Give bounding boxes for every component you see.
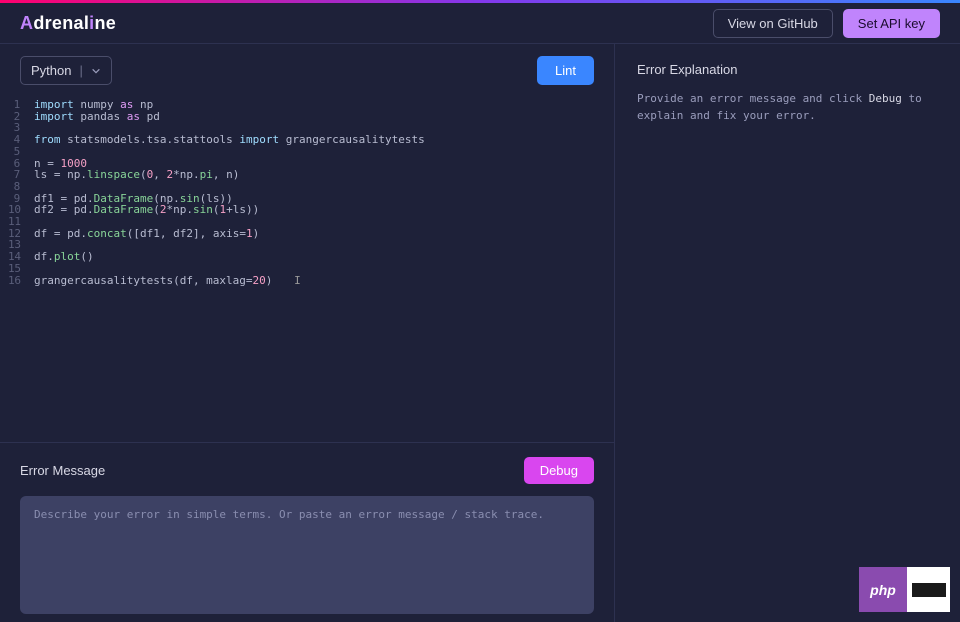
select-divider: | (79, 63, 82, 78)
code-header: Python | Lint (0, 44, 614, 95)
error-message-title: Error Message (20, 463, 105, 478)
code-line[interactable]: 2import pandas as pd (8, 111, 614, 123)
lint-button[interactable]: Lint (537, 56, 594, 85)
code-line[interactable]: 10df2 = pd.DataFrame(2*np.sin(1+ls)) (8, 204, 614, 216)
code-line[interactable]: 7ls = np.linspace(0, 2*np.pi, n) (8, 169, 614, 181)
line-number: 8 (8, 181, 34, 193)
explain-highlight: Debug (869, 92, 902, 105)
chevron-down-icon (91, 66, 101, 76)
error-message-section: Error Message Debug (0, 442, 614, 622)
language-select[interactable]: Python | (20, 56, 112, 85)
line-number: 4 (8, 134, 34, 146)
error-header: Error Message Debug (20, 457, 594, 484)
line-number: 15 (8, 263, 34, 275)
right-column: Error Explanation Provide an error messa… (615, 44, 960, 622)
brand-mid: drenal (33, 13, 89, 33)
brand-end: ne (94, 13, 116, 33)
code-line[interactable]: 16grangercausalitytests(df, maxlag=20) I (8, 275, 614, 287)
app-shell: Adrenaline View on GitHub Set API key Py… (0, 3, 960, 622)
code-line[interactable]: 5 (8, 146, 614, 158)
code-content: grangercausalitytests(df, maxlag=20) (34, 275, 272, 287)
view-github-button[interactable]: View on GitHub (713, 9, 833, 38)
code-line[interactable]: 13 (8, 239, 614, 251)
line-number: 5 (8, 146, 34, 158)
brand-logo: Adrenaline (20, 13, 116, 34)
topbar: Adrenaline View on GitHub Set API key (0, 3, 960, 44)
code-content: ls = np.linspace(0, 2*np.pi, n) (34, 169, 239, 181)
line-number: 11 (8, 216, 34, 228)
brand-letter-a: A (20, 13, 33, 33)
code-line[interactable]: 12df = pd.concat([df1, df2], axis=1) (8, 228, 614, 240)
php-badge: php (859, 567, 950, 612)
debug-button[interactable]: Debug (524, 457, 594, 484)
php-badge-bar (912, 583, 946, 597)
main-columns: Python | Lint 1import numpy as np2import… (0, 44, 960, 622)
error-explanation-body: Provide an error message and click Debug… (637, 91, 938, 124)
line-number: 16 (8, 275, 34, 287)
line-number: 1 (8, 99, 34, 111)
set-api-key-button[interactable]: Set API key (843, 9, 940, 38)
explain-pre: Provide an error message and click (637, 92, 869, 105)
code-content: from statsmodels.tsa.stattools import gr… (34, 134, 425, 146)
line-number: 6 (8, 158, 34, 170)
code-line[interactable]: 4from statsmodels.tsa.stattools import g… (8, 134, 614, 146)
line-number: 7 (8, 169, 34, 181)
code-line[interactable]: 14df.plot() (8, 251, 614, 263)
topbar-actions: View on GitHub Set API key (713, 9, 940, 38)
line-number: 2 (8, 111, 34, 123)
left-column: Python | Lint 1import numpy as np2import… (0, 44, 615, 622)
code-content: df2 = pd.DataFrame(2*np.sin(1+ls)) (34, 204, 259, 216)
language-label: Python (31, 63, 71, 78)
php-badge-text: php (859, 567, 907, 612)
code-content: df.plot() (34, 251, 94, 263)
error-input[interactable] (20, 496, 594, 614)
code-content: import pandas as pd (34, 111, 160, 123)
code-editor[interactable]: 1import numpy as np2import pandas as pd3… (0, 95, 614, 442)
error-explanation-title: Error Explanation (637, 62, 938, 77)
line-number: 3 (8, 122, 34, 134)
code-content: df = pd.concat([df1, df2], axis=1) (34, 228, 259, 240)
text-cursor-icon: I (292, 275, 302, 287)
php-badge-right (907, 567, 950, 612)
